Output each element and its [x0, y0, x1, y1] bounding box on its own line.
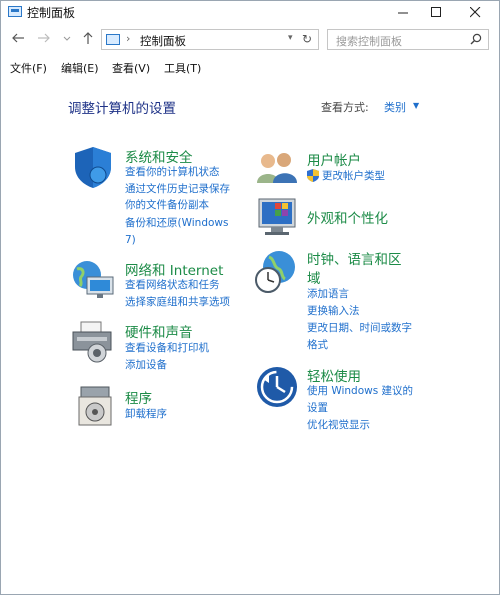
users-icon[interactable]	[255, 149, 299, 189]
maximize-icon	[431, 7, 441, 17]
control-panel-icon	[106, 34, 120, 45]
link-file-history-backup[interactable]: 你的文件备份副本	[125, 198, 209, 212]
link-change-account-type[interactable]: 更改帐户类型	[322, 169, 385, 183]
link-uninstall-program[interactable]: 卸载程序	[125, 407, 167, 421]
printer-icon[interactable]	[71, 319, 115, 365]
minimize-button[interactable]	[387, 1, 419, 23]
navigation-bar: › 控制面板 ▾ ↻ 搜索控制面板	[1, 27, 499, 53]
menu-tools[interactable]: 工具(T)	[164, 60, 201, 76]
link-change-date-time-format[interactable]: 更改日期、时间或数字	[307, 321, 412, 335]
recent-locations-button[interactable]	[63, 32, 71, 48]
network-globe-icon[interactable]	[71, 257, 115, 301]
chevron-down-icon	[63, 36, 71, 41]
search-input[interactable]: 搜索控制面板	[327, 29, 489, 50]
page-title: 调整计算机的设置	[68, 101, 176, 117]
forward-button[interactable]	[37, 31, 51, 49]
link-file-history-save[interactable]: 通过文件历史记录保存	[125, 182, 230, 196]
forward-arrow-icon	[38, 33, 50, 43]
back-arrow-icon	[12, 33, 24, 43]
up-arrow-icon	[83, 32, 93, 44]
title-bar: 控制面板	[1, 1, 499, 23]
category-clock-language-region-cont[interactable]: 域	[307, 267, 321, 287]
control-panel-icon	[8, 6, 22, 17]
window-title: 控制面板	[27, 6, 76, 20]
address-dropdown-icon[interactable]: ▾	[288, 33, 293, 43]
back-button[interactable]	[11, 31, 25, 49]
link-add-device[interactable]: 添加设备	[125, 358, 167, 372]
link-devices-printers[interactable]: 查看设备和打印机	[125, 341, 209, 355]
category-ease-of-access[interactable]: 轻松使用	[307, 365, 361, 385]
category-appearance[interactable]: 外观和个性化	[307, 207, 388, 227]
appearance-monitor-icon[interactable]	[255, 197, 299, 239]
link-change-date-time-format-cont[interactable]: 格式	[307, 338, 328, 352]
close-icon	[470, 7, 481, 18]
refresh-icon[interactable]: ↻	[302, 32, 312, 46]
view-by-dropdown[interactable]: 类别	[384, 99, 406, 115]
link-windows-recommended[interactable]: 使用 Windows 建议的	[307, 384, 413, 398]
minimize-icon	[398, 12, 408, 14]
menu-view[interactable]: 查看(V)	[112, 60, 150, 76]
category-system-security[interactable]: 系统和安全	[125, 146, 193, 166]
category-clock-language-region[interactable]: 时钟、语言和区	[307, 248, 402, 268]
search-icon[interactable]	[470, 33, 482, 45]
link-homegroup-sharing[interactable]: 选择家庭组和共享选项	[125, 295, 230, 309]
link-network-status[interactable]: 查看网络状态和任务	[125, 278, 220, 292]
maximize-button[interactable]	[420, 1, 452, 23]
link-windows-recommended-cont[interactable]: 设置	[307, 401, 328, 415]
menu-edit[interactable]: 编辑(E)	[61, 60, 99, 76]
breadcrumb-separator-icon[interactable]: ›	[126, 32, 130, 45]
link-optimize-visual-display[interactable]: 优化视觉显示	[307, 418, 370, 432]
link-backup-restore-cont[interactable]: 7)	[125, 233, 136, 247]
category-hardware-sound[interactable]: 硬件和声音	[125, 321, 193, 341]
category-user-accounts[interactable]: 用户帐户	[307, 149, 361, 169]
menu-file[interactable]: 文件(F)	[10, 60, 47, 76]
ease-of-access-icon[interactable]	[255, 365, 299, 409]
control-panel-window: 控制面板 › 控制面板 ▾ ↻ 搜索控制面板 文件(F) 编辑(E) 查看(V)…	[0, 0, 500, 595]
search-placeholder: 搜索控制面板	[336, 35, 402, 48]
menu-bar: 文件(F) 编辑(E) 查看(V) 工具(T)	[1, 58, 499, 78]
address-bar[interactable]: › 控制面板 ▾ ↻	[101, 29, 319, 50]
link-add-language[interactable]: 添加语言	[307, 287, 349, 301]
breadcrumb-control-panel[interactable]: 控制面板	[140, 33, 186, 49]
clock-globe-icon[interactable]	[253, 249, 299, 295]
link-view-computer-status[interactable]: 查看你的计算机状态	[125, 165, 220, 179]
category-programs[interactable]: 程序	[125, 387, 152, 407]
view-by-label: 查看方式:	[321, 101, 369, 114]
uac-shield-icon	[307, 169, 319, 182]
programs-icon[interactable]	[75, 385, 115, 429]
link-backup-restore[interactable]: 备份和还原(Windows	[125, 216, 228, 230]
close-button[interactable]	[459, 1, 491, 23]
category-network-internet[interactable]: 网络和 Internet	[125, 259, 223, 279]
chevron-down-icon[interactable]: ▼	[413, 101, 419, 110]
link-change-input-method[interactable]: 更换输入法	[307, 304, 360, 318]
up-button[interactable]	[81, 31, 95, 49]
shield-icon[interactable]	[71, 145, 115, 189]
